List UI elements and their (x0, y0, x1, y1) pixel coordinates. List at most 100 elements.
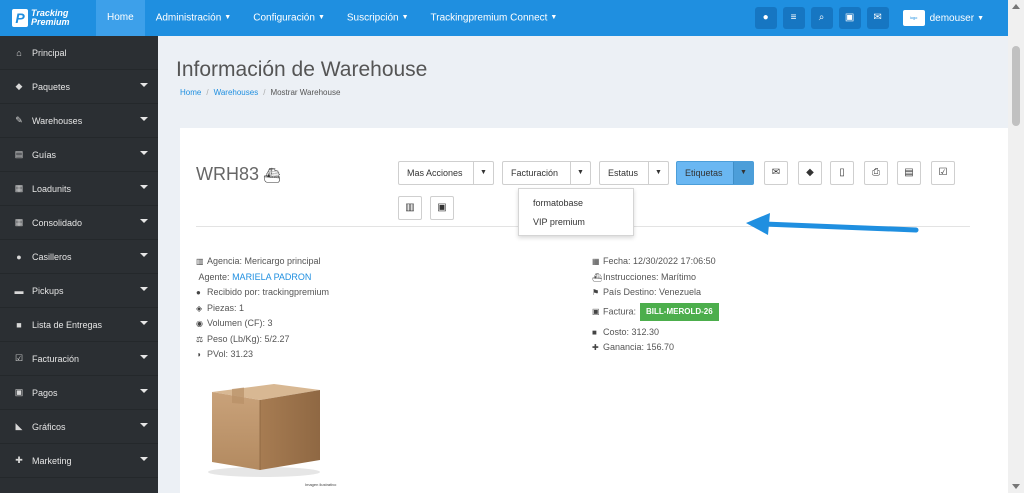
mas-acciones-button[interactable]: Mas Acciones ▼ (398, 161, 494, 185)
file-icon[interactable]: ▤ (897, 161, 921, 185)
logo-p-icon: P (12, 9, 28, 27)
agencia-row: ▥ Agencia: Mericargo principal (196, 254, 329, 270)
tag-icon[interactable]: ◆ (798, 161, 822, 185)
breadcrumb: Home / Warehouses / Mostrar Warehouse (180, 88, 341, 97)
caret-down-icon[interactable]: ▼ (473, 162, 493, 184)
user-menu[interactable]: logo demouser ▼ (902, 10, 984, 26)
caret-down-icon (140, 117, 148, 121)
warehouse-info-left: ▥ Agencia: Mericargo principal Agente: MA… (196, 254, 329, 363)
sidebar-item-facturacion[interactable]: ☑ Facturación (0, 342, 158, 376)
instrucciones-row: ⛴Instrucciones: Marítimo (592, 270, 719, 286)
object-group-icon: ▦ (14, 183, 24, 193)
sidebar-item-pagos[interactable]: ▣ Pagos (0, 376, 158, 410)
username: demouser (929, 12, 975, 24)
user-icon: ● (196, 288, 201, 297)
etiquetas-button[interactable]: Etiquetas ▼ (676, 161, 754, 185)
list-icon[interactable]: ≡ (782, 7, 805, 29)
sidebar-item-loadunits[interactable]: ▦ Loadunits (0, 172, 158, 206)
list-icon: ▤ (14, 149, 24, 159)
nav-home[interactable]: Home (96, 0, 145, 36)
sidebar-item-consolidado[interactable]: ▦ Consolidado (0, 206, 158, 240)
caret-down-icon (140, 151, 148, 155)
money-icon: ▣ (14, 387, 24, 397)
sidebar-item-paquetes[interactable]: ◆ Paquetes (0, 70, 158, 104)
avatar: logo (902, 10, 925, 26)
annotation-arrow-icon (746, 213, 919, 235)
agente-link[interactable]: MARIELA PADRON (232, 272, 311, 282)
facturacion-button[interactable]: Facturación ▼ (502, 161, 591, 185)
sidebar-item-guias[interactable]: ▤ Guías (0, 138, 158, 172)
caret-down-icon (140, 457, 148, 461)
breadcrumb-home[interactable]: Home (180, 88, 201, 97)
caret-down-icon[interactable]: ▼ (733, 162, 753, 184)
caret-down-icon (140, 83, 148, 87)
caret-down-icon: ▼ (224, 14, 232, 21)
sidebar-item-pickups[interactable]: ▬ Pickups (0, 274, 158, 308)
caret-down-icon (140, 185, 148, 189)
envelope-icon[interactable]: ✉ (866, 7, 889, 29)
flag-icon: ⚑ (592, 288, 600, 297)
caret-down-icon (140, 219, 148, 223)
area-chart-icon: ◣ (15, 421, 23, 431)
caret-down-icon: ▼ (317, 14, 325, 21)
sidebar-item-marketing[interactable]: ✚ Marketing (0, 444, 158, 478)
balance-scale-icon: ⚖ (196, 334, 204, 344)
envelope-icon[interactable]: ✉ (764, 161, 788, 185)
nav-right-tools: ● ≡ ⌕ ▣ ✉ logo demouser ▼ (754, 0, 984, 36)
volumen-row: ◉ Volumen (CF): 3 (196, 316, 329, 332)
excel-icon[interactable]: ▥ (398, 196, 422, 220)
caret-down-icon (140, 389, 148, 393)
minus-square-icon: ■ (592, 327, 597, 337)
check-square-icon[interactable]: ☑ (931, 161, 955, 185)
package-image (208, 384, 320, 477)
sidebar-item-warehouses[interactable]: ✎ Warehouses (0, 104, 158, 138)
sidebar-item-casilleros[interactable]: ● Casilleros (0, 240, 158, 274)
truck-icon: ■ (16, 319, 22, 330)
caret-down-icon (140, 287, 148, 291)
print-icon[interactable]: ⎙ (864, 161, 888, 185)
cubes-icon: ◈ (196, 303, 203, 313)
nav-suscripcion[interactable]: Suscripción ▼ (336, 0, 420, 36)
main-content: Información de Warehouse Home / Warehouses… (158, 36, 1013, 493)
scroll-thumb[interactable] (1012, 46, 1020, 126)
pais-row: ⚑ País Destino: Venezuela (592, 285, 719, 301)
sidebar: ⌂ Principal ◆ Paquetes ✎ Warehouses ▤ Guías … (0, 36, 158, 493)
caret-down-icon: ▼ (550, 14, 558, 21)
breadcrumb-warehouses[interactable]: Warehouses (214, 88, 259, 97)
logo-text-premium: Premium (31, 17, 70, 27)
pvol-row: ◑ PVol: 31.23 (196, 347, 329, 363)
pdf-icon[interactable]: ▯ (830, 161, 854, 185)
globe-icon[interactable]: ● (754, 7, 777, 29)
menu-item-formatobase[interactable]: formatobase (519, 194, 633, 213)
caret-down-icon (140, 355, 148, 359)
money-icon[interactable]: ▣ (430, 196, 454, 220)
caret-down-icon[interactable]: ▼ (648, 162, 668, 184)
sidebar-item-lista-de-entregas[interactable]: ■ Lista de Entregas (0, 308, 158, 342)
sidebar-item-principal[interactable]: ⌂ Principal (0, 36, 158, 70)
caret-down-icon[interactable]: ▼ (570, 162, 590, 184)
menu-item-vip-premium[interactable]: VIP premium (519, 213, 633, 232)
factura-badge[interactable]: BILL-MEROLD-26 (640, 302, 719, 321)
brand-logo[interactable]: P Tracking Premium (0, 0, 96, 36)
table-icon: ▦ (14, 217, 24, 227)
caret-down-icon (140, 321, 148, 325)
warehouse-panel: WRH83 ⛴ Mas Acciones ▼ Facturación ▼ Estatu… (180, 128, 1013, 493)
page-title: Información de Warehouse (176, 58, 428, 81)
page-scrollbar[interactable] (1008, 0, 1024, 493)
user-plus-icon: ✚ (15, 455, 23, 465)
warehouse-code: WRH83 ⛴ (196, 164, 281, 184)
nav-administracion[interactable]: Administración ▼ (145, 0, 243, 36)
scroll-down-icon[interactable] (1012, 484, 1020, 489)
scroll-up-icon[interactable] (1012, 4, 1020, 9)
agente-row: Agente: MARIELA PADRON (198, 271, 312, 282)
image-caption: Imagen ilustrativo (305, 482, 337, 487)
nav-configuracion[interactable]: Configuración ▼ (242, 0, 336, 36)
nav-trackingpremium-connect[interactable]: Trackingpremium Connect ▼ (420, 0, 569, 36)
estatus-button[interactable]: Estatus ▼ (599, 161, 669, 185)
search-icon[interactable]: ⌕ (810, 7, 833, 29)
peso-row: ⚖ Peso (Lb/Kg): 5/2.27 (196, 332, 329, 348)
home-icon: ⌂ (16, 47, 22, 58)
sidebar-item-graficos[interactable]: ◣ Gráficos (0, 410, 158, 444)
money-icon[interactable]: ▣ (838, 7, 861, 29)
plus-square-icon: ✚ (592, 343, 599, 352)
